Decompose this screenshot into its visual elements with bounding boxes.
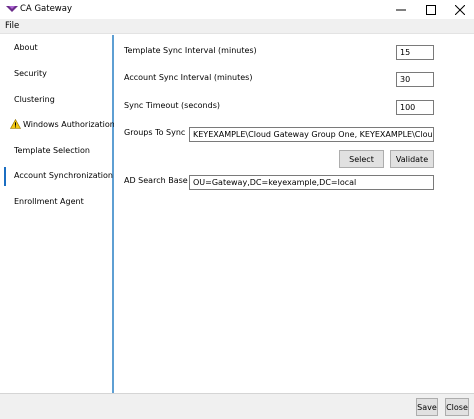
validate-groups-button[interactable]: Validate — [390, 150, 434, 168]
select-groups-button[interactable]: Select — [339, 150, 384, 168]
minimize-button[interactable] — [386, 0, 416, 19]
sidebar-item-label: Enrollment Agent — [14, 197, 84, 206]
menu-file[interactable]: File — [5, 21, 19, 31]
sidebar-item-template-selection[interactable]: Template Selection — [0, 141, 112, 161]
sidebar-item-label: Clustering — [14, 95, 55, 104]
footer-bar: Save Close — [0, 393, 474, 419]
maximize-icon — [426, 4, 436, 15]
title-bar: CA Gateway — [0, 0, 474, 19]
minimize-icon — [396, 9, 406, 10]
maximize-button[interactable] — [416, 0, 446, 19]
sidebar-item-account-synchronization[interactable]: Account Synchronization — [0, 166, 113, 186]
account-sync-panel: Template Sync Interval (minutes) 15 Acco… — [114, 35, 474, 393]
sidebar-item-security[interactable]: Security — [0, 64, 112, 84]
save-button[interactable]: Save — [416, 398, 438, 416]
close-button[interactable]: Close — [445, 398, 469, 416]
sidebar-item-label: Account Synchronization — [14, 171, 113, 180]
menu-bar: File — [0, 19, 474, 34]
sidebar-item-enrollment-agent[interactable]: Enrollment Agent — [0, 192, 112, 212]
groups-to-sync-label: Groups To Sync — [124, 128, 186, 137]
warning-icon — [10, 119, 21, 129]
account-sync-input[interactable]: 30 — [396, 72, 434, 87]
sync-timeout-input[interactable]: 100 — [396, 100, 434, 115]
sidebar: About Security Clustering Windows Author… — [0, 35, 115, 393]
sidebar-item-label: About — [14, 43, 38, 52]
ad-search-base-input[interactable]: OU=Gateway,DC=keyexample,DC=local — [189, 175, 434, 190]
close-icon — [455, 4, 465, 15]
window-title: CA Gateway — [20, 4, 73, 14]
app-logo-icon — [6, 6, 18, 12]
account-sync-label: Account Sync Interval (minutes) — [124, 73, 253, 82]
sync-timeout-label: Sync Timeout (seconds) — [124, 101, 220, 110]
sidebar-item-windows-authorization[interactable]: Windows Authorization — [0, 115, 115, 135]
close-window-button[interactable] — [445, 0, 474, 19]
groups-to-sync-input[interactable]: KEYEXAMPLE\Cloud Gateway Group One, KEYE… — [189, 127, 434, 142]
sidebar-item-label: Security — [14, 69, 47, 78]
sidebar-item-about[interactable]: About — [0, 38, 112, 58]
template-sync-label: Template Sync Interval (minutes) — [124, 46, 257, 55]
template-sync-input[interactable]: 15 — [396, 45, 434, 60]
sidebar-item-label: Windows Authorization — [23, 120, 115, 129]
sidebar-item-label: Template Selection — [14, 146, 90, 155]
ad-search-base-label: AD Search Base — [124, 176, 188, 185]
sidebar-item-clustering[interactable]: Clustering — [0, 90, 112, 110]
